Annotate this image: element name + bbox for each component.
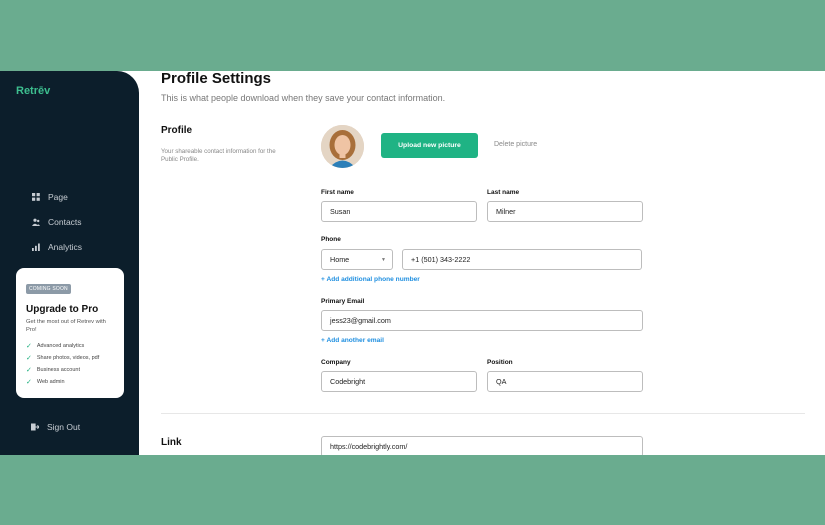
promo-description: Get the most out of Retrev with Pro! bbox=[26, 319, 106, 333]
sign-out-button[interactable]: Sign Out bbox=[31, 422, 80, 432]
delete-picture-button[interactable]: Delete picture bbox=[494, 141, 537, 148]
promo-feature: ✓ Business account bbox=[26, 366, 80, 374]
check-icon: ✓ bbox=[26, 354, 32, 362]
add-phone-link[interactable]: + Add additional phone number bbox=[321, 276, 420, 283]
upload-picture-button[interactable]: Upload new picture bbox=[381, 133, 478, 158]
check-icon: ✓ bbox=[26, 378, 32, 386]
sidebar: Retrēv Page Contacts Analytics COMING SO… bbox=[0, 71, 139, 455]
sign-out-label: Sign Out bbox=[47, 422, 81, 432]
profile-section-description: Your shareable contact information for t… bbox=[161, 148, 276, 164]
check-icon: ✓ bbox=[26, 366, 32, 374]
sign-out-icon bbox=[31, 423, 39, 431]
phone-type-select[interactable]: Home ▼ bbox=[321, 249, 393, 270]
email-label: Primary Email bbox=[321, 298, 365, 305]
bar-chart-icon bbox=[32, 243, 40, 251]
promo-feature: ✓ Share photos, videos, pdf bbox=[26, 354, 100, 362]
promo-feature: ✓ Web admin bbox=[26, 378, 65, 386]
sidebar-item-analytics[interactable]: Analytics bbox=[32, 234, 82, 259]
logo: Retrēv bbox=[16, 85, 51, 97]
sidebar-item-page[interactable]: Page bbox=[32, 184, 82, 209]
page-subtitle: This is what people download when they s… bbox=[161, 93, 446, 103]
phone-label: Phone bbox=[321, 236, 341, 243]
last-name-field[interactable]: Milner bbox=[487, 201, 643, 222]
sidebar-item-label: Contacts bbox=[48, 216, 82, 227]
link-url-field[interactable]: https://codebrightly.com/ bbox=[321, 436, 643, 455]
company-field[interactable]: Codebright bbox=[321, 371, 477, 392]
app-window: Retrēv Page Contacts Analytics COMING SO… bbox=[0, 71, 825, 455]
promo-feature: ✓ Advanced analytics bbox=[26, 342, 85, 350]
page-title: Profile Settings bbox=[161, 71, 272, 87]
coming-soon-badge: COMING SOON bbox=[26, 284, 71, 294]
profile-photo bbox=[321, 125, 364, 168]
upgrade-promo-card: COMING SOON Upgrade to Pro Get the most … bbox=[16, 268, 124, 398]
section-divider bbox=[161, 413, 805, 414]
people-icon bbox=[32, 218, 40, 226]
link-section-label: Link bbox=[161, 437, 182, 448]
avatar bbox=[321, 125, 364, 168]
phone-number-field[interactable]: +1 (501) 343-2222 bbox=[402, 249, 642, 270]
sidebar-item-label: Analytics bbox=[48, 241, 83, 252]
email-field[interactable]: jess23@gmail.com bbox=[321, 310, 643, 331]
company-label: Company bbox=[321, 359, 351, 366]
add-email-link[interactable]: + Add another email bbox=[321, 337, 384, 344]
sidebar-item-contacts[interactable]: Contacts bbox=[32, 209, 82, 234]
last-name-label: Last name bbox=[487, 189, 520, 196]
grid-icon bbox=[32, 192, 40, 201]
sidebar-item-label: Page bbox=[48, 191, 68, 202]
position-label: Position bbox=[487, 359, 513, 366]
sidebar-nav: Page Contacts Analytics bbox=[32, 184, 82, 259]
check-icon: ✓ bbox=[26, 342, 32, 350]
promo-feature-list: ✓ Advanced analytics ✓ Share photos, video… bbox=[26, 340, 114, 388]
profile-section-label: Profile bbox=[161, 125, 193, 136]
position-field[interactable]: QA bbox=[487, 371, 643, 392]
first-name-field[interactable]: Susan bbox=[321, 201, 477, 222]
promo-title: Upgrade to Pro bbox=[26, 304, 99, 315]
chevron-down-icon: ▼ bbox=[381, 256, 386, 263]
first-name-label: First name bbox=[321, 189, 354, 196]
